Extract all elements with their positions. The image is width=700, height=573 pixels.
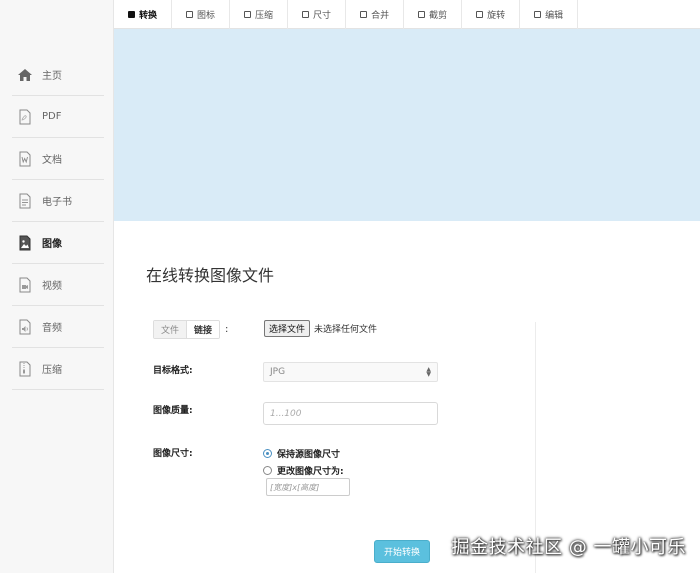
- source-selector: 文件 链接 :: [153, 320, 228, 339]
- sidebar-item-label: 压缩: [42, 365, 62, 376]
- checkbox-icon: [128, 11, 135, 18]
- tab-label: 图标: [197, 11, 216, 21]
- radio-icon[interactable]: [263, 466, 272, 475]
- quality-input[interactable]: [263, 402, 438, 425]
- keep-size-label: 保持源图像尺寸: [277, 450, 341, 460]
- size-input[interactable]: [266, 478, 350, 496]
- target-format-value: JPG: [270, 367, 286, 377]
- sidebar-item-pdf[interactable]: PDF: [12, 96, 104, 138]
- archive-file-icon: [16, 360, 34, 378]
- audio-file-icon: [16, 318, 34, 336]
- tab-icon[interactable]: 图标: [172, 0, 231, 29]
- target-format-select[interactable]: JPG ▲ ▼: [263, 362, 438, 382]
- sidebar-item-archive[interactable]: 压缩: [12, 348, 104, 390]
- checkbox-icon: [476, 11, 484, 18]
- video-file-icon: [16, 276, 34, 294]
- page-title: 在线转换图像文件: [146, 266, 275, 285]
- tool-tabs: 转换 图标 压缩 尺寸 合并 截剪 旋转 编辑: [114, 0, 700, 29]
- checkbox-icon: [360, 11, 368, 18]
- radio-selected-icon[interactable]: [263, 449, 272, 458]
- sidebar-item-label: 视频: [42, 281, 62, 292]
- sidebar-item-label: 音频: [42, 323, 62, 334]
- change-size-label: 更改图像尺寸为:: [277, 467, 344, 477]
- file-picker: 选择文件 未选择任何文件: [264, 320, 377, 337]
- pdf-file-icon: [16, 108, 34, 126]
- source-file-button[interactable]: 文件: [154, 321, 188, 338]
- tab-label: 编辑: [545, 11, 564, 21]
- tab-crop[interactable]: 截剪: [404, 0, 463, 29]
- tab-label: 旋转: [487, 11, 506, 21]
- banner: [114, 29, 700, 221]
- choose-file-button[interactable]: 选择文件: [264, 320, 311, 337]
- home-icon: [16, 66, 34, 84]
- tab-label: 截剪: [429, 11, 448, 21]
- quality-label: 图像质量:: [153, 406, 193, 416]
- sidebar-item-label: 电子书: [42, 197, 72, 208]
- source-colon: :: [225, 324, 229, 335]
- sidebar-item-audio[interactable]: 音频: [12, 306, 104, 348]
- tab-rotate[interactable]: 旋转: [462, 0, 521, 29]
- checkbox-icon: [418, 11, 426, 18]
- watermark: 掘金技术社区 @ 一罐小可乐: [451, 537, 686, 558]
- image-icon: [16, 234, 34, 252]
- source-toggle: 文件 链接: [153, 320, 221, 339]
- sidebar-item-label: PDF: [42, 111, 62, 122]
- select-arrows-icon: ▲ ▼: [426, 366, 431, 378]
- checkbox-icon: [186, 11, 194, 18]
- source-link-button[interactable]: 链接: [187, 321, 220, 338]
- file-status: 未选择任何文件: [314, 325, 378, 335]
- change-size-option[interactable]: 更改图像尺寸为:: [263, 464, 344, 477]
- target-format-label: 目标格式:: [153, 366, 193, 376]
- keep-size-option[interactable]: 保持源图像尺寸: [263, 447, 340, 460]
- tab-resize[interactable]: 尺寸: [288, 0, 347, 29]
- tab-label: 尺寸: [313, 11, 332, 21]
- word-document-icon: [16, 150, 34, 168]
- ebook-icon: [16, 192, 34, 210]
- tab-label: 转换: [139, 11, 158, 21]
- image-size-label: 图像尺寸:: [153, 449, 193, 459]
- sidebar-item-label: 图像: [42, 239, 62, 250]
- sidebar-list: 主页 PDF 文档 电子书 图像 视频 音频 压缩: [12, 54, 104, 390]
- start-convert-button[interactable]: 开始转换: [374, 540, 430, 563]
- tab-convert[interactable]: 转换: [114, 0, 173, 29]
- sidebar: 主页 PDF 文档 电子书 图像 视频 音频 压缩: [0, 0, 114, 573]
- sidebar-item-ebook[interactable]: 电子书: [12, 180, 104, 222]
- checkbox-icon: [244, 11, 252, 18]
- sidebar-item-document[interactable]: 文档: [12, 138, 104, 180]
- sidebar-item-label: 文档: [42, 155, 62, 166]
- checkbox-icon: [302, 11, 310, 18]
- tab-label: 合并: [371, 11, 390, 21]
- sidebar-item-label: 主页: [42, 71, 62, 82]
- sidebar-item-home[interactable]: 主页: [12, 54, 104, 96]
- tab-label: 压缩: [255, 11, 274, 21]
- checkbox-icon: [534, 11, 542, 18]
- tab-compress[interactable]: 压缩: [230, 0, 289, 29]
- tab-merge[interactable]: 合并: [346, 0, 405, 29]
- tab-edit[interactable]: 编辑: [520, 0, 579, 29]
- sidebar-item-video[interactable]: 视频: [12, 264, 104, 306]
- sidebar-item-image[interactable]: 图像: [12, 222, 104, 264]
